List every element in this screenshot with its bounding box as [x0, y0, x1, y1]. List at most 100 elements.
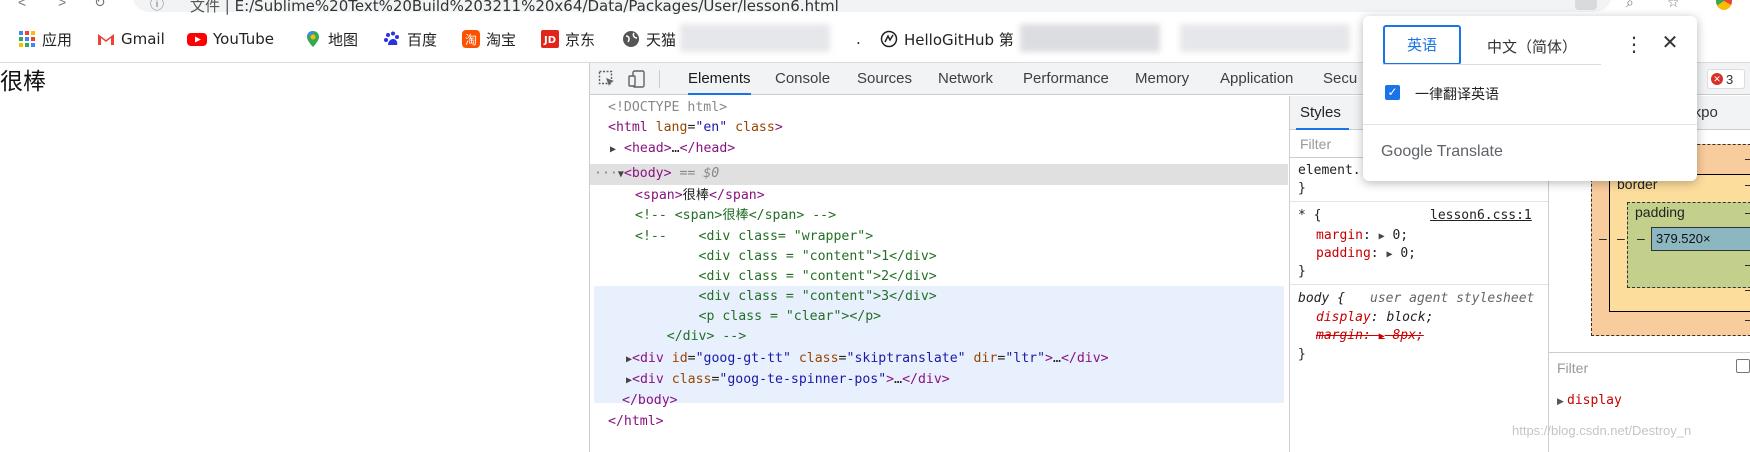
comment-node[interactable]: <!-- <div class= "wrapper">: [635, 227, 873, 247]
tab-performance[interactable]: Performance: [1023, 63, 1109, 95]
bookmark-taobao[interactable]: 淘 淘宝: [462, 29, 516, 49]
computed-property-display[interactable]: display: [1567, 393, 1622, 408]
attr-value: "ltr": [1005, 351, 1046, 366]
expand-triangle-icon[interactable]: ▶: [1379, 231, 1385, 242]
forward-icon[interactable]: >: [58, 0, 66, 10]
always-translate-checkbox[interactable]: ✓: [1385, 85, 1400, 100]
body-node[interactable]: ···▼<body> == $0: [594, 164, 719, 184]
taobao-icon: 淘: [462, 30, 480, 48]
google-translate-logo: Google Translate: [1381, 143, 1503, 160]
tab-styles[interactable]: Styles: [1296, 96, 1349, 130]
tab-memory[interactable]: Memory: [1135, 63, 1189, 95]
bookmark-baidu[interactable]: 百度: [383, 29, 437, 49]
attr-name: dir: [973, 351, 998, 366]
tab-security[interactable]: Secu: [1323, 63, 1357, 95]
padding-bottom-value[interactable]: –: [1745, 256, 1750, 272]
more-actions-icon[interactable]: ···: [594, 166, 618, 181]
target-language-tab[interactable]: 中文（简体）: [1487, 36, 1577, 57]
style-property[interactable]: padding: ▶ 0;: [1316, 245, 1416, 263]
attr-value: "goog-te-spinner-pos": [719, 372, 887, 387]
head-node[interactable]: ▶ <head>…</head>: [610, 139, 735, 159]
error-count-badge[interactable]: ✕ 3: [1707, 69, 1745, 89]
bookmark-hellogithub[interactable]: HelloGitHub 第: [880, 29, 1014, 49]
translate-page-icon[interactable]: [1575, 0, 1597, 10]
back-icon[interactable]: <: [18, 0, 26, 10]
translate-popup: 英语 中文（简体） ⋮ ✕ ✓ 一律翻译英语 Google Translate: [1363, 16, 1697, 181]
filter-placeholder: Filter: [1300, 136, 1332, 152]
bookmark-gmail[interactable]: Gmail: [97, 29, 165, 49]
doctype-node[interactable]: <!DOCTYPE html>: [608, 98, 727, 118]
expand-triangle-icon[interactable]: ▶: [1557, 396, 1564, 407]
margin-bottom-value[interactable]: –: [1745, 311, 1750, 327]
popup-divider: [1363, 124, 1697, 125]
border-top-value[interactable]: –: [1745, 176, 1750, 192]
margin-left-value[interactable]: –: [1599, 230, 1607, 246]
bookmark-label: Gmail: [121, 30, 165, 48]
redacted-region: [680, 24, 830, 52]
info-icon[interactable]: ⓘ: [150, 0, 164, 14]
bookmark-label: 百度: [407, 30, 438, 49]
more-options-icon[interactable]: ⋮: [1624, 34, 1644, 56]
error-count: 3: [1726, 71, 1734, 87]
github-icon: [880, 30, 898, 48]
browser-window: < > ↻ ⓘ 文件 | E:/Sublime%20Text%20Build%2…: [0, 0, 1750, 452]
border-bottom-value[interactable]: –: [1745, 281, 1750, 297]
span-node[interactable]: <span>很棒</span>: [635, 186, 765, 206]
chrome-profile-icon[interactable]: [1716, 0, 1732, 10]
bookmark-star-icon[interactable]: ☆: [1667, 0, 1680, 11]
attr-name: class: [735, 120, 775, 135]
expand-triangle-icon[interactable]: ▶: [1386, 249, 1392, 260]
rule-selector: * {: [1298, 208, 1322, 223]
tab-elements[interactable]: Elements: [688, 63, 751, 95]
rule-selector: body {: [1298, 291, 1345, 306]
property-value: 0;: [1392, 228, 1409, 243]
attr-name: class: [798, 351, 839, 366]
property-value: 0;: [1400, 246, 1416, 261]
address-text[interactable]: 文件 | E:/Sublime%20Text%20Build%203211%20…: [190, 0, 839, 16]
source-language-tab[interactable]: 英语: [1383, 25, 1461, 65]
tab-application[interactable]: Application: [1220, 63, 1293, 95]
padding-left-value[interactable]: –: [1637, 230, 1645, 246]
tag-name: div: [1076, 351, 1101, 366]
margin-top-value[interactable]: –: [1745, 150, 1750, 166]
html-node[interactable]: <html lang="en" class>: [608, 118, 783, 138]
show-all-checkbox[interactable]: [1736, 359, 1750, 373]
bookmark-dot[interactable]: .: [856, 29, 861, 49]
tag-name: body: [631, 166, 664, 181]
search-icon[interactable]: ⌕: [1626, 0, 1634, 11]
box-model-content[interactable]: 379.520×: [1651, 227, 1750, 251]
bookmark-maps[interactable]: 地图: [304, 29, 358, 49]
tag-name: head: [631, 141, 664, 156]
div-spinner-node[interactable]: ▶<div class="goog-te-spinner-pos">…</div…: [626, 370, 950, 390]
tab-sources[interactable]: Sources: [857, 63, 912, 95]
tag-name: div: [917, 372, 942, 387]
stylesheet-source-link[interactable]: lesson6.css:1: [1430, 207, 1532, 225]
rule-close-brace: }: [1298, 181, 1306, 196]
padding-top-value[interactable]: –: [1745, 204, 1750, 220]
tab-network[interactable]: Network: [938, 63, 993, 95]
border-left-value[interactable]: –: [1617, 230, 1625, 246]
bookmark-apps[interactable]: 应用: [18, 29, 72, 49]
property-value: 8px;: [1392, 328, 1424, 343]
bookmark-jd[interactable]: JD 京东: [541, 29, 595, 49]
page-content-text: 很棒: [0, 69, 46, 95]
html-close-node[interactable]: </html>: [608, 412, 664, 432]
reload-icon[interactable]: ↻: [94, 0, 106, 11]
svg-text:JD: JD: [543, 35, 556, 46]
comment-node[interactable]: <!-- <span>很棒</span> -->: [635, 206, 836, 226]
expand-triangle-icon[interactable]: ▶: [610, 144, 616, 155]
body-close-node[interactable]: </body>: [622, 391, 678, 411]
gmail-icon: [98, 34, 114, 45]
style-property[interactable]: margin: ▶ 0;: [1316, 227, 1408, 245]
inspect-element-icon[interactable]: [598, 70, 616, 88]
device-toolbar-icon[interactable]: [628, 70, 646, 88]
svg-text:淘: 淘: [465, 33, 477, 47]
close-icon[interactable]: ✕: [1659, 32, 1681, 54]
bookmark-youtube[interactable]: YouTube: [187, 29, 274, 49]
tab-console[interactable]: Console: [775, 63, 830, 95]
bookmark-tmall[interactable]: 天猫: [622, 29, 676, 49]
maps-pin-icon: [307, 31, 319, 47]
computed-filter[interactable]: Filter: [1549, 352, 1750, 382]
toolbar-separator: [659, 70, 660, 88]
div-goog-gt-tt-node[interactable]: ▶<div id="goog-gt-tt" class="skiptransla…: [626, 349, 1109, 369]
